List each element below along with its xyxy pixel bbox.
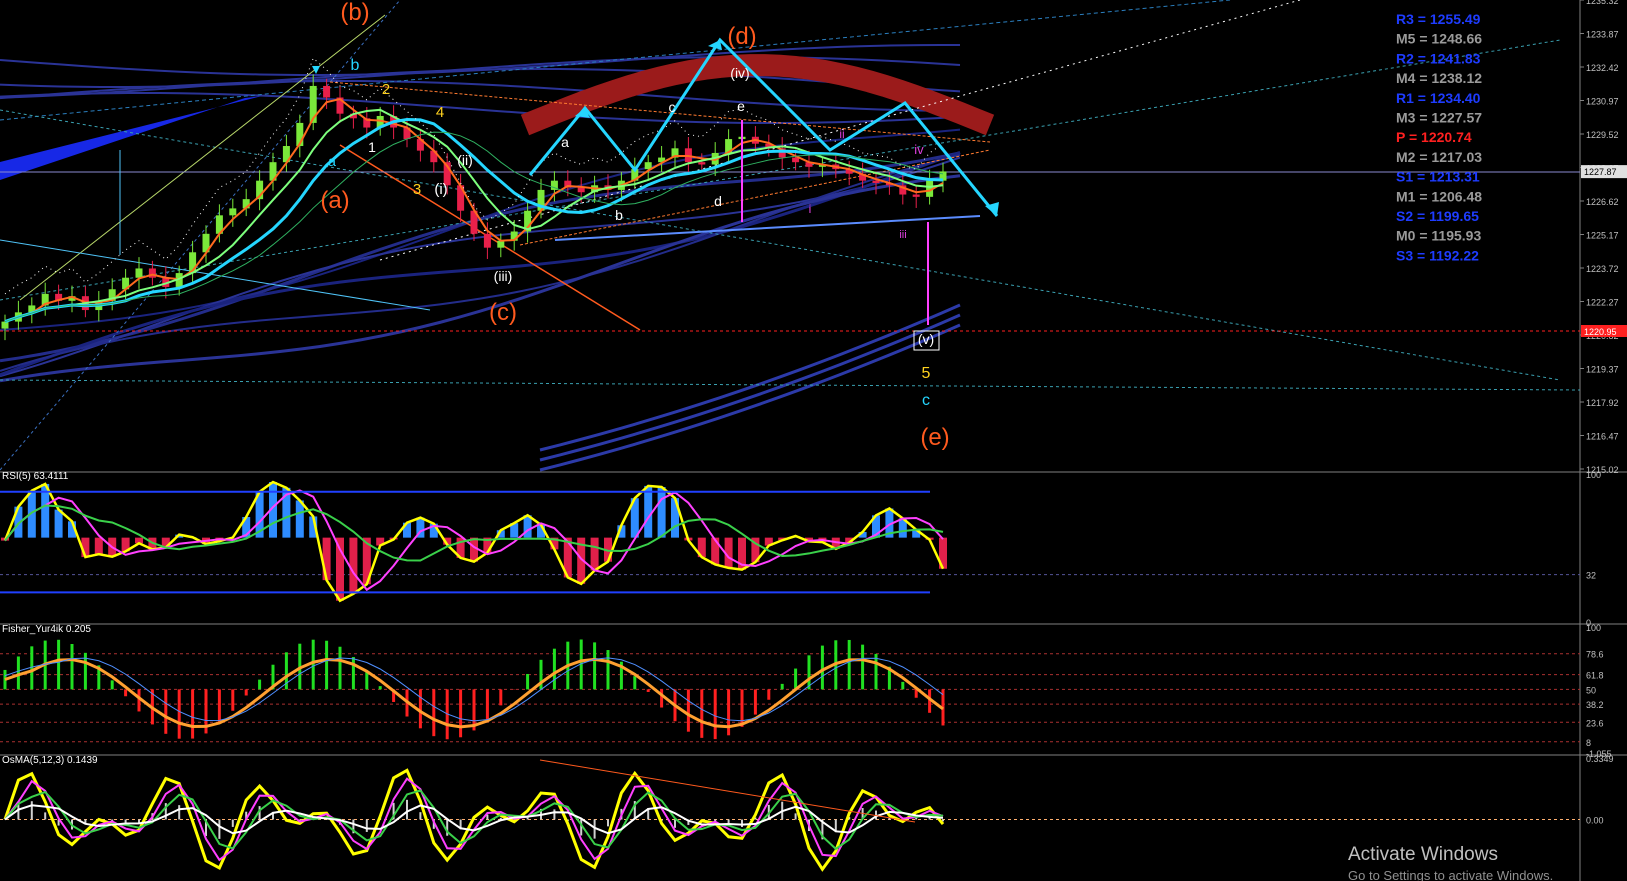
price-tick-label: 1229.52: [1586, 130, 1619, 140]
watermark-subtitle: Go to Settings to activate Windows.: [1348, 868, 1554, 881]
macd-tick-label: 0.3349: [1586, 754, 1614, 764]
rsi-tick-label: 100: [1586, 470, 1601, 480]
fisher-tick-label: 100: [1586, 623, 1601, 633]
pivot-label-10: S2 = 1199.65: [1396, 208, 1479, 224]
wave-label-2: (a): [320, 187, 349, 214]
fisher-tick-label: 38.2: [1586, 700, 1604, 710]
fisher-tick-label: 61.8: [1586, 671, 1604, 681]
price-tick-label: 1235.32: [1586, 0, 1619, 6]
price-tick-label: 1222.27: [1586, 298, 1619, 308]
price-tick-label: 1217.92: [1586, 398, 1619, 408]
wave-label-10: 3: [413, 181, 421, 198]
pivot-label-11: M0 = 1195.93: [1396, 228, 1481, 244]
wave-label-14: (ii): [457, 152, 473, 168]
wave-label-0: (b): [340, 0, 369, 26]
lower-envelope-band: [539, 303, 961, 452]
pivot-label-4: R1 = 1234.40: [1396, 90, 1481, 106]
pivot-label-1: M5 = 1248.66: [1396, 31, 1482, 47]
envelope-band: [0, 174, 961, 383]
wave-label-8: 2: [382, 81, 390, 98]
wave-label-17: (v): [918, 331, 934, 347]
pivot-label-7: M2 = 1217.03: [1396, 149, 1482, 165]
pivot-label-8: S1 = 1213.31: [1396, 169, 1480, 185]
level-tag-text: 1220.95: [1584, 327, 1617, 337]
current-price-tag-text: 1227.87: [1584, 167, 1617, 177]
wave-label-5: b: [351, 57, 360, 74]
wave-label-1: (d): [727, 23, 756, 50]
fisher-title: Fisher_Yur4ik 0.205: [2, 624, 91, 635]
rsi-title: RSI(5) 63.4111: [2, 471, 69, 482]
macd-line: [3, 768, 945, 872]
wave-label-20: c: [669, 99, 676, 115]
price-tick-label: 1232.42: [1586, 63, 1619, 73]
wave-label-24: ii: [839, 127, 844, 141]
wave-label-6: a: [328, 153, 336, 169]
wave-label-18: a: [561, 134, 569, 150]
channel-line: [0, 0, 401, 471]
rsi-histogram-bar: [336, 537, 344, 601]
upper-envelope-band: [0, 92, 961, 124]
pivot-label-3: M4 = 1238.12: [1396, 70, 1482, 86]
wave-label-23: i: [809, 202, 812, 216]
rsi-histogram-bar: [349, 537, 358, 594]
price-tick-label: 1233.87: [1586, 30, 1619, 40]
rsi-histogram-bar: [711, 537, 720, 565]
macd-divergence-line: [539, 759, 916, 823]
fisher-tick-label: 78.6: [1586, 650, 1604, 660]
top-marker-icon: [312, 66, 320, 74]
rsi-histogram-bar: [322, 537, 331, 581]
wave-label-19: b: [615, 207, 623, 223]
channel-line: [0, 379, 1581, 391]
wave-label-12: 1: [368, 139, 376, 155]
price-tick-label: 1230.97: [1586, 97, 1619, 107]
wave-label-11: 5: [922, 365, 931, 382]
wave-label-21: d: [714, 193, 722, 209]
pivot-label-2: R2 = 1241.83: [1396, 50, 1481, 66]
fisher-tick-label: 8: [1586, 738, 1591, 748]
rsi-histogram-bar: [94, 537, 103, 555]
envelope-band: [0, 128, 961, 331]
price-tick-label: 1219.37: [1586, 365, 1619, 375]
pivot-label-6: P = 1220.74: [1396, 129, 1472, 145]
pivot-label-0: R3 = 1255.49: [1396, 11, 1481, 27]
macd-tick-label: 0.00: [1586, 816, 1604, 826]
wave-label-13: (i): [434, 181, 447, 198]
wave-label-4: (e): [920, 424, 949, 451]
fisher-tick-label: 50: [1586, 685, 1596, 695]
fisher-tick-label: 23.6: [1586, 718, 1604, 728]
pivot-label-9: M1 = 1206.48: [1396, 188, 1482, 204]
wave-label-16: (iv): [730, 65, 749, 81]
wave-label-22: e: [737, 98, 745, 114]
trading-chart[interactable]: (b) (d) (a) (c) (e) b a c 2 4 3 5 1 (i) (ii) (iii) (iv) (…: [0, 0, 1627, 881]
rsi-histogram-bar: [470, 537, 478, 562]
resistance-arc: [520, 54, 995, 136]
wave-label-15: (iii): [494, 268, 513, 284]
pivot-label-5: M3 = 1227.57: [1396, 110, 1482, 126]
rsi-histogram-bar: [644, 485, 653, 538]
price-tick-label: 1225.17: [1586, 231, 1619, 241]
wave-label-25: iii: [899, 229, 906, 241]
wave-label-26: iv: [914, 142, 924, 157]
wave-label-9: 4: [436, 104, 444, 121]
wave-label-3: (c): [489, 299, 517, 326]
wave-label-7: c: [922, 392, 930, 409]
rsi-histogram-bar: [657, 487, 666, 538]
watermark-title: Activate Windows: [1348, 844, 1498, 865]
rsi-tick-label: 32: [1586, 571, 1596, 581]
rsi-histogram-bar: [54, 509, 63, 538]
price-tick-label: 1226.62: [1586, 197, 1619, 207]
rsi-histogram-bar: [295, 500, 304, 538]
macd-title: OsMA(5,12,3) 0.1439: [2, 755, 98, 766]
rsi-histogram-bar: [590, 537, 599, 571]
price-tick-label: 1223.72: [1586, 264, 1619, 274]
pivot-label-12: S3 = 1192.22: [1396, 247, 1479, 263]
blue-fan-wedge: [0, 96, 262, 180]
price-tick-label: 1216.47: [1586, 432, 1619, 442]
envelope-band: [0, 156, 961, 378]
